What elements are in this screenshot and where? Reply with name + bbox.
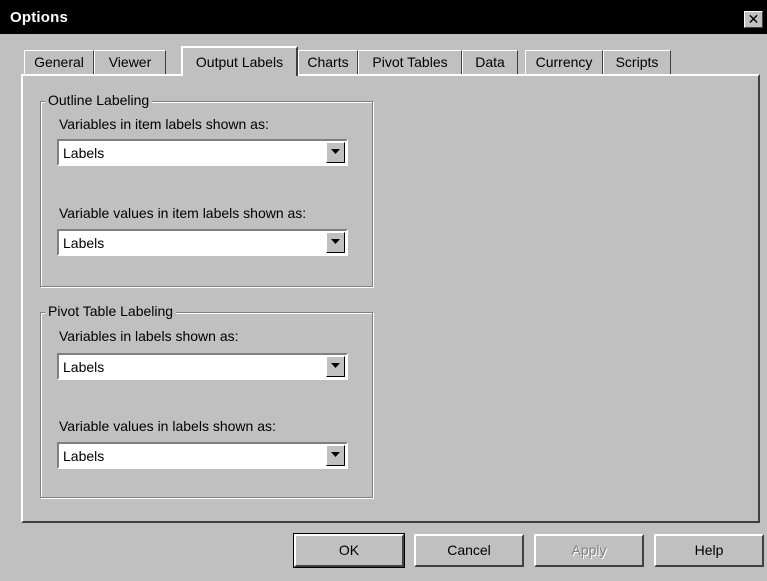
tab-label: Scripts <box>615 54 659 70</box>
tab-panel-output-labels: Outline Labeling Variables in item label… <box>21 74 760 523</box>
tab-general[interactable]: General <box>24 50 94 74</box>
variable-values-labels-label: Variable values in labels shown as: <box>59 418 276 434</box>
select-value: Labels <box>63 448 105 464</box>
tab-label: Viewer <box>108 54 152 70</box>
tab-label: Output Labels <box>195 54 284 70</box>
dropdown-button[interactable] <box>326 445 345 466</box>
group-title: Pivot Table Labeling <box>45 303 177 319</box>
title-bar[interactable]: Options ✕ <box>0 0 767 34</box>
help-button[interactable]: Help <box>654 534 764 567</box>
tab-label: Charts <box>307 54 349 70</box>
tab-scripts[interactable]: Scripts <box>603 50 671 74</box>
cancel-button[interactable]: Cancel <box>414 534 524 567</box>
apply-button[interactable]: Apply <box>534 534 644 567</box>
variables-labels-label: Variables in labels shown as: <box>59 328 239 344</box>
variables-labels-select[interactable]: Labels <box>57 353 348 380</box>
tab-label: Pivot Tables <box>372 54 448 70</box>
close-button[interactable]: ✕ <box>744 11 763 28</box>
tab-data[interactable]: Data <box>462 50 518 74</box>
variable-values-item-labels-select[interactable]: Labels <box>57 229 348 256</box>
group-title: Outline Labeling <box>45 92 153 108</box>
select-value: Labels <box>63 359 105 375</box>
tab-label: Data <box>475 54 505 70</box>
chevron-down-icon <box>331 239 340 244</box>
select-value: Labels <box>63 145 105 161</box>
tab-label: General <box>34 54 84 70</box>
tab-charts[interactable]: Charts <box>298 50 358 74</box>
variable-values-labels-select[interactable]: Labels <box>57 442 348 469</box>
chevron-down-icon <box>331 149 340 154</box>
options-dialog: Options ✕ General Viewer Output Labels C… <box>0 0 767 581</box>
chevron-down-icon <box>331 363 340 368</box>
variables-item-labels-select[interactable]: Labels <box>57 139 348 166</box>
tab-viewer[interactable]: Viewer <box>94 50 166 74</box>
tab-label: Currency <box>535 54 593 70</box>
dropdown-button[interactable] <box>326 142 345 163</box>
tab-currency[interactable]: Currency <box>525 50 603 74</box>
dialog-title: Options <box>10 9 69 26</box>
outline-labeling-group: Outline Labeling Variables in item label… <box>40 92 373 287</box>
chevron-down-icon <box>331 452 340 457</box>
dropdown-button[interactable] <box>326 356 345 377</box>
dropdown-button[interactable] <box>326 232 345 253</box>
ok-button[interactable]: OK <box>293 533 405 568</box>
close-icon: ✕ <box>747 11 760 27</box>
tab-output-labels[interactable]: Output Labels <box>181 46 298 76</box>
select-value: Labels <box>63 235 105 251</box>
pivot-table-labeling-group: Pivot Table Labeling Variables in labels… <box>40 303 373 498</box>
tab-pivot-tables[interactable]: Pivot Tables <box>358 50 462 74</box>
variables-item-labels-label: Variables in item labels shown as: <box>59 116 269 132</box>
variable-values-item-labels-label: Variable values in item labels shown as: <box>59 205 307 221</box>
